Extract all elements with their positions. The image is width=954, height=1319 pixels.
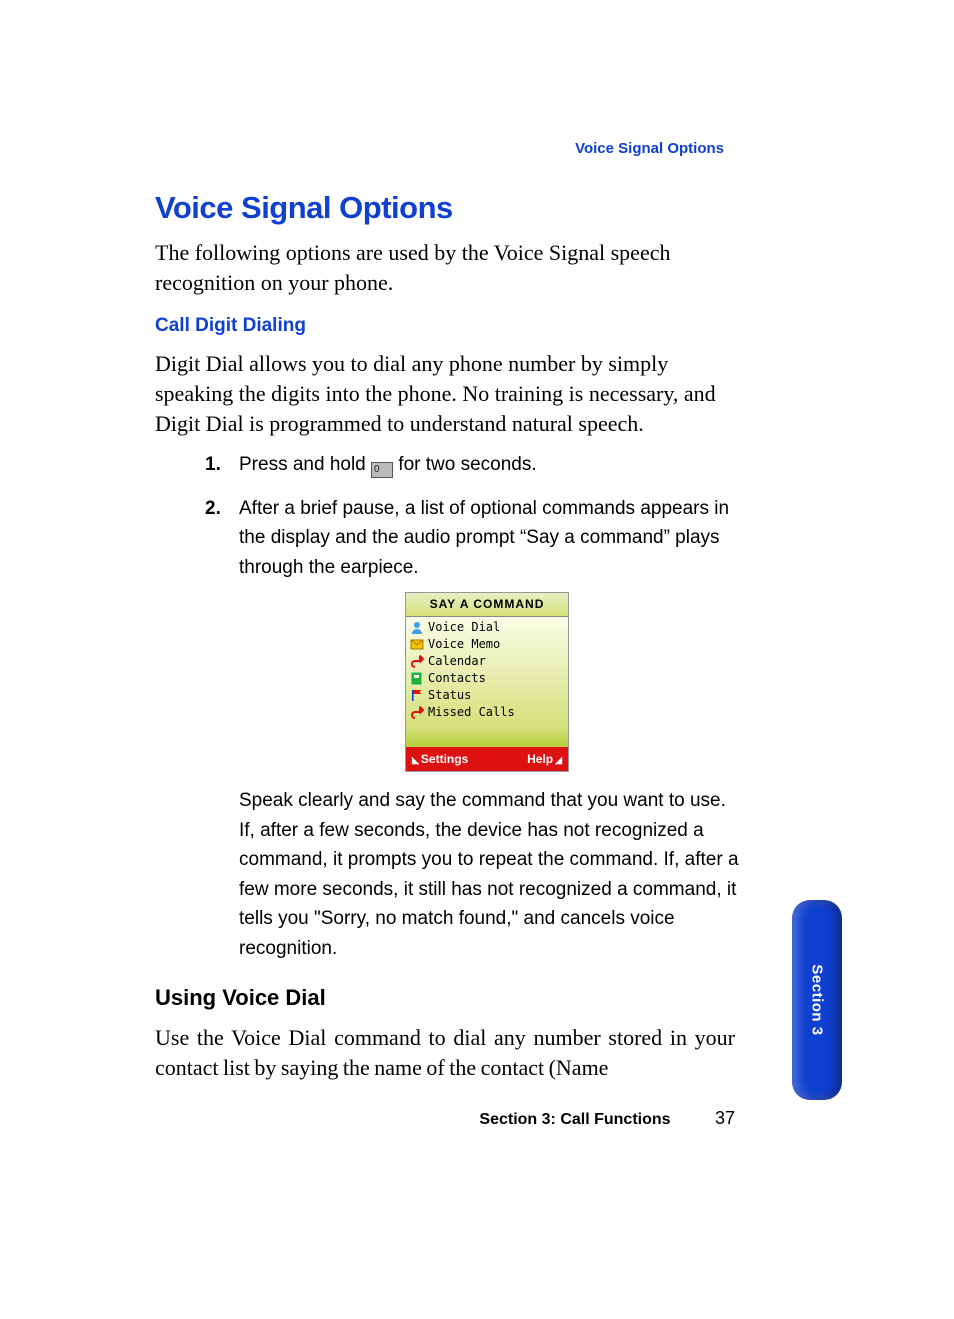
step-1: 1. Press and hold 0 for two seconds. — [205, 450, 735, 479]
section-title: Voice Signal Options — [155, 190, 735, 226]
step-2-text: After a brief pause, a list of optional … — [239, 498, 729, 578]
steps-list: 1. Press and hold 0 for two seconds. 2. … — [205, 450, 735, 772]
calendar-arrow-icon — [410, 655, 424, 668]
flag-icon — [410, 689, 424, 702]
step-number: 2. — [205, 494, 221, 523]
contacts-book-icon — [410, 672, 424, 685]
person-icon — [410, 621, 424, 634]
step-number: 1. — [205, 450, 221, 479]
phone-softkey-bar: Settings Help — [406, 747, 568, 772]
envelope-icon — [410, 638, 424, 651]
phone-menu-item-voice-memo: Voice Memo — [410, 636, 564, 653]
phone-menu-item-calendar: Calendar — [410, 653, 564, 670]
digit-dial-paragraph: Digit Dial allows you to dial any phone … — [155, 349, 735, 438]
footer-page-number: 37 — [675, 1108, 735, 1129]
phone-menu-list: Voice Dial Voice Memo Calendar — [406, 617, 568, 747]
phone-screen-title: SAY A COMMAND — [406, 593, 568, 617]
phone-menu-item-voice-dial: Voice Dial — [410, 619, 564, 636]
page-footer: Section 3: Call Functions 37 — [155, 1108, 735, 1129]
phone-screenshot: SAY A COMMAND Voice Dial Voice Memo — [405, 592, 569, 772]
using-voice-dial-paragraph: Use the Voice Dial command to dial any n… — [155, 1023, 735, 1082]
phone-menu-label: Voice Memo — [428, 635, 500, 654]
step-1-text-a: Press and hold — [239, 454, 371, 475]
page-content: Voice Signal Options The following optio… — [155, 190, 735, 1094]
footer-section-label: Section 3: Call Functions — [479, 1111, 670, 1128]
section-tab: Section 3 — [792, 900, 842, 1100]
missed-call-arrow-icon — [410, 706, 424, 719]
step-2: 2. After a brief pause, a list of option… — [205, 494, 735, 773]
phone-menu-item-missed-calls: Missed Calls — [410, 704, 564, 721]
section-tab-label: Section 3 — [809, 964, 826, 1035]
phone-softkey-right: Help — [527, 750, 562, 769]
running-head: Voice Signal Options — [575, 140, 724, 157]
subheading-call-digit-dialing: Call Digit Dialing — [155, 315, 735, 337]
post-screenshot-paragraph: Speak clearly and say the command that y… — [239, 786, 739, 963]
step-1-text-b: for two seconds. — [393, 454, 537, 475]
phone-menu-label: Calendar — [428, 652, 486, 671]
phone-menu-label: Missed Calls — [428, 703, 515, 722]
phone-menu-item-status: Status — [410, 687, 564, 704]
zero-key-icon: 0 — [371, 462, 393, 478]
phone-menu-label: Contacts — [428, 669, 486, 688]
intro-paragraph: The following options are used by the Vo… — [155, 238, 735, 297]
phone-menu-label: Voice Dial — [428, 618, 500, 637]
subheading-using-voice-dial: Using Voice Dial — [155, 985, 735, 1011]
phone-softkey-left: Settings — [412, 750, 468, 769]
phone-menu-item-contacts: Contacts — [410, 670, 564, 687]
phone-menu-label: Status — [428, 686, 471, 705]
